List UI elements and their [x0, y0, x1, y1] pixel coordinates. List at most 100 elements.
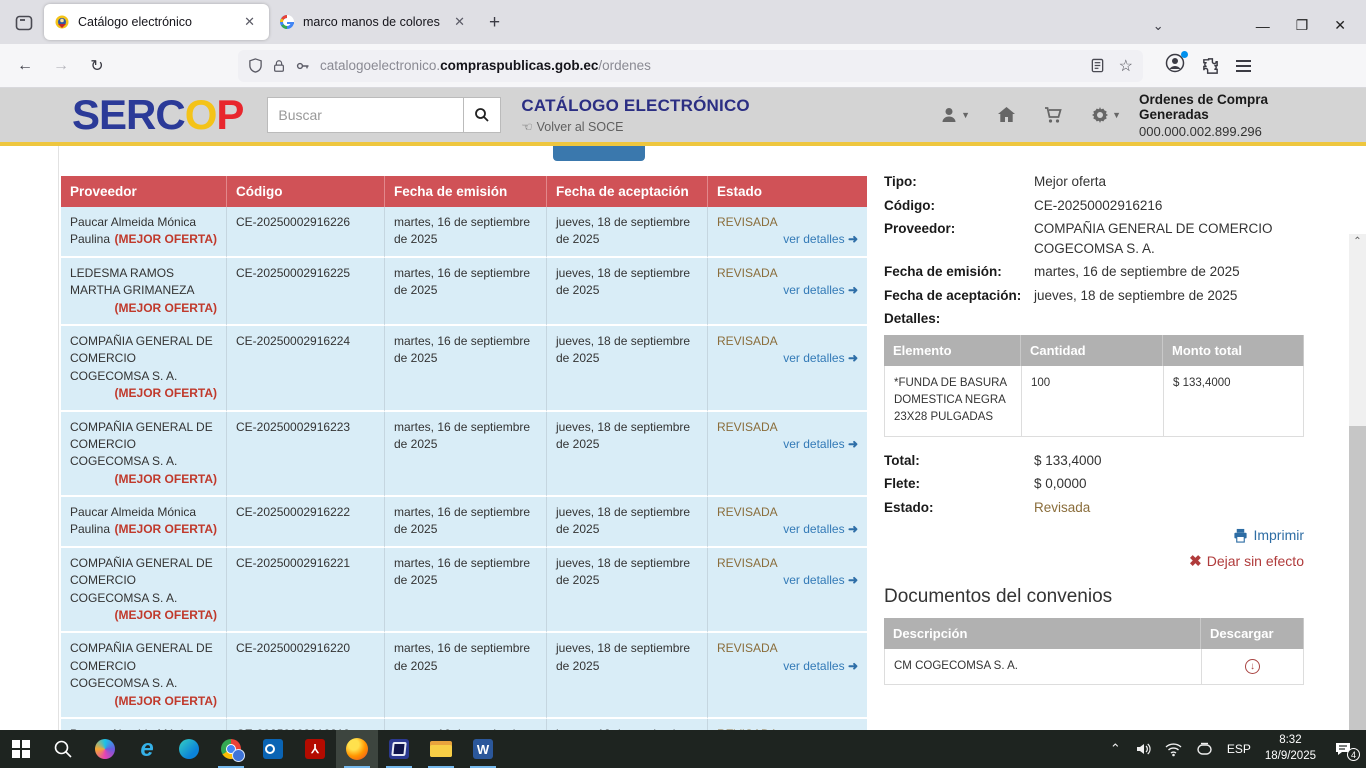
account-icon[interactable] — [1165, 53, 1185, 78]
dejar-sin-efecto-link[interactable]: ✖ Dejar sin efecto — [1189, 552, 1304, 570]
new-tab-button[interactable]: + — [489, 12, 500, 34]
reload-icon[interactable]: ↻ — [82, 51, 112, 81]
lock-icon[interactable] — [272, 59, 286, 73]
scrollbar-up-icon[interactable]: ⌃ — [1353, 234, 1361, 250]
firefox-view-icon[interactable] — [10, 9, 38, 37]
file-explorer-button[interactable] — [420, 730, 462, 768]
download-icon[interactable]: ↓ — [1245, 659, 1260, 674]
minimize-button[interactable]: — — [1256, 18, 1270, 34]
column-header: Proveedor — [61, 176, 227, 207]
key-permissions-icon[interactable] — [295, 58, 311, 74]
codigo-cell: CE-20250002916222 — [227, 497, 385, 548]
tab-google-search[interactable]: marco manos de colores - Busca ✕ — [269, 4, 479, 40]
tipo-label: Tipo: — [884, 172, 1034, 192]
proveedor-value: COMPAÑIA GENERAL DE COMERCIO COGECOMSA S… — [1034, 219, 1304, 258]
gear-icon[interactable]: ▼ — [1090, 105, 1121, 125]
fecha-emision-cell: martes, 16 de septiembre de 2025 — [385, 719, 547, 730]
notification-center-button[interactable]: 4 — [1330, 741, 1356, 757]
sercop-logo: SERCOP — [72, 94, 243, 136]
user-menu-icon[interactable]: ▼ — [939, 105, 970, 125]
scrolled-blue-button[interactable] — [553, 146, 645, 161]
fecha-aceptacion-cell: jueves, 18 de septiembre de 2025 — [547, 326, 708, 412]
items-header-row: ElementoCantidadMonto total — [884, 335, 1304, 366]
estado-cell: REVISADAver detalles ➜ — [708, 326, 867, 412]
column-header: Elemento — [884, 335, 1021, 366]
codigo-cell: CE-20250002916221 — [227, 548, 385, 634]
ver-detalles-link[interactable]: ver detalles ➜ — [717, 521, 858, 538]
fecha-emision-label: Fecha de emisión: — [884, 262, 1034, 282]
word-button[interactable]: W — [462, 730, 504, 768]
ver-detalles-link[interactable]: ver detalles ➜ — [717, 658, 858, 675]
search-button[interactable] — [463, 97, 501, 133]
cart-icon[interactable] — [1043, 105, 1064, 125]
restore-button[interactable]: ❐ — [1296, 17, 1309, 34]
url-text: catalogoelectronico.compraspublicas.gob.… — [320, 58, 1081, 73]
copilot-button[interactable] — [84, 730, 126, 768]
fecha-aceptacion-cell: jueves, 18 de septiembre de 2025 — [547, 633, 708, 719]
ver-detalles-link[interactable]: ver detalles ➜ — [717, 350, 858, 367]
language-indicator[interactable]: ESP — [1227, 742, 1251, 756]
chrome-button[interactable] — [210, 730, 252, 768]
forward-icon[interactable]: → — [46, 51, 76, 81]
fecha-emision-value: martes, 16 de septiembre de 2025 — [1034, 262, 1304, 282]
page-scrollbar[interactable]: ⌃ ⌄ — [1349, 234, 1366, 730]
ver-detalles-link[interactable]: ver detalles ➜ — [717, 436, 858, 453]
detail-items-table: ElementoCantidadMonto total *FUNDA DE BA… — [884, 335, 1304, 437]
reader-view-icon[interactable] — [1090, 58, 1105, 73]
order-row: Paucar Almeida Mónica Paulina (MEJOR OFE… — [61, 497, 867, 548]
imprimir-link[interactable]: Imprimir — [1233, 527, 1304, 543]
fecha-aceptacion-cell: jueves, 18 de septiembre de 2025 — [547, 207, 708, 258]
start-button[interactable] — [0, 730, 42, 768]
edge-button[interactable] — [168, 730, 210, 768]
scanner-app-button[interactable] — [378, 730, 420, 768]
menu-hamburger-icon[interactable] — [1236, 60, 1251, 72]
desktop: Catálogo electrónico ✕ marco manos de co… — [0, 0, 1366, 768]
tab-close-icon[interactable]: ✕ — [450, 12, 469, 32]
proveedor-cell: COMPAÑIA GENERAL DE COMERCIO COGECOMSA S… — [61, 412, 227, 498]
totals-block: Total:$ 133,4000Flete:$ 0,0000Estado:Rev… — [884, 451, 1304, 518]
internet-explorer-button[interactable]: e — [126, 730, 168, 768]
close-button[interactable]: ✕ — [1334, 17, 1346, 34]
fecha-emision-cell: martes, 16 de septiembre de 2025 — [385, 412, 547, 498]
address-bar[interactable]: catalogoelectronico.compraspublicas.gob.… — [238, 50, 1143, 82]
estado-cell: REVISADAver detalles ➜ — [708, 207, 867, 258]
word-icon: W — [473, 739, 493, 759]
printer-icon — [1233, 528, 1248, 543]
orders-table-header-row: ProveedorCódigoFecha de emisiónFecha de … — [61, 176, 867, 207]
item-cell: 100 — [1021, 366, 1163, 437]
proveedor-cell: Paucar Almeida Mónica Paulina (MEJOR OFE… — [61, 719, 227, 730]
ver-detalles-link[interactable]: ver detalles ➜ — [717, 282, 858, 299]
wifi-icon[interactable] — [1165, 742, 1182, 757]
tab-catalogo[interactable]: Catálogo electrónico ✕ — [44, 4, 269, 40]
firefox-button[interactable] — [336, 730, 378, 768]
orders-generated-label: Ordenes de Compra Generadas — [1139, 92, 1332, 122]
home-icon[interactable] — [996, 105, 1017, 125]
ver-detalles-link[interactable]: ver detalles ➜ — [717, 572, 858, 589]
orders-table: ProveedorCódigoFecha de emisiónFecha de … — [61, 176, 867, 730]
scrollbar-thumb[interactable] — [1349, 426, 1366, 730]
acrobat-button[interactable]: ⅄ — [294, 730, 336, 768]
tracking-shield-icon[interactable] — [248, 58, 263, 73]
clock[interactable]: 8:3218/9/2025 — [1265, 733, 1316, 764]
back-icon[interactable]: ← — [10, 51, 40, 81]
column-header: Fecha de emisión — [385, 176, 547, 207]
item-cell: *FUNDA DE BASURA DOMESTICA NEGRA 23X28 P… — [884, 366, 1021, 437]
ver-detalles-link[interactable]: ver detalles ➜ — [717, 231, 858, 248]
meet-now-icon[interactable] — [1196, 742, 1213, 757]
volver-al-soce-link[interactable]: ☜Volver al SOCE — [521, 119, 749, 134]
tab-close-icon[interactable]: ✕ — [240, 12, 259, 32]
extensions-puzzle-icon[interactable] — [1201, 56, 1220, 75]
volume-icon[interactable] — [1135, 741, 1151, 757]
order-row: Paucar Almeida Mónica Paulina (MEJOR OFE… — [61, 719, 867, 730]
estado-cell: REVISADAver detalles ➜ — [708, 548, 867, 634]
hidden-icons-chevron[interactable]: ⌃ — [1110, 741, 1121, 757]
list-all-tabs-icon[interactable]: ⌄ — [1153, 18, 1164, 34]
fecha-emision-cell: martes, 16 de septiembre de 2025 — [385, 258, 547, 326]
taskbar-search-button[interactable] — [42, 730, 84, 768]
arrow-right-icon: ➜ — [848, 351, 858, 365]
bookmark-star-icon[interactable]: ☆ — [1119, 56, 1133, 76]
document-download-cell: ↓ — [1201, 649, 1304, 685]
outlook-button[interactable] — [252, 730, 294, 768]
fecha-aceptacion-label: Fecha de aceptación: — [884, 286, 1034, 306]
search-input[interactable] — [267, 97, 463, 133]
